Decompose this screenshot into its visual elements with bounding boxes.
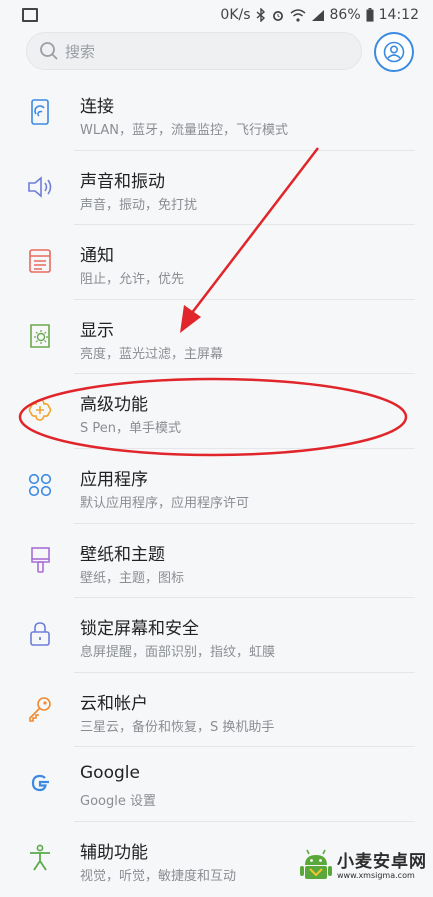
item-title: 高级功能 [80,395,148,416]
settings-list: 连接 WLAN，蓝牙，流量监控，飞行模式 声音和振动 声音，振动，免打扰 通知 … [0,76,433,897]
item-subtitle: 亮度，蓝光过滤，主屏幕 [80,346,224,362]
item-title: 辅助功能 [80,842,148,863]
item-subtitle: 默认应用程序，应用程序许可 [80,495,250,511]
key-icon [29,696,51,722]
settings-item-advanced-features[interactable]: 高级功能 S Pen，单手模式 [0,374,433,449]
settings-item-lock-screen[interactable]: 锁定屏幕和安全 息屏提醒，面部识别，指纹，虹膜 [0,598,433,673]
network-speed: 0K/s [220,7,251,23]
item-title: 连接 [80,97,114,117]
watermark-text: 小麦安卓网 www.xmsigma.com [337,851,427,880]
notifications-icon [29,249,51,273]
settings-item-sound[interactable]: 声音和振动 声音，振动，免打扰 [0,151,433,226]
watermark: 小麦安卓网 www.xmsigma.com [299,849,427,885]
item-subtitle: WLAN，蓝牙，流量监控，飞行模式 [80,123,289,138]
item-title: 壁纸和主题 [80,544,165,565]
watermark-url: www.xmsigma.com [337,870,415,880]
item-subtitle: 息屏提醒，面部识别，指纹，虹膜 [80,645,276,661]
google-icon [31,775,49,792]
settings-item-wallpaper[interactable]: 壁纸和主题 壁纸，主题，图标 [0,524,433,599]
item-title: 显示 [80,320,114,341]
android-logo-icon [300,849,332,879]
item-subtitle: Google 设置 [80,794,156,810]
battery-icon [366,8,374,22]
account-button[interactable] [374,32,414,72]
item-title: 应用程序 [80,469,148,490]
settings-item-display[interactable]: 显示 亮度，蓝光过滤，主屏幕 [0,300,433,375]
settings-item-apps[interactable]: 应用程序 默认应用程序，应用程序许可 [0,449,433,524]
settings-item-connections[interactable]: 连接 WLAN，蓝牙，流量监控，飞行模式 [0,76,433,151]
settings-item-notifications[interactable]: 通知 阻止，允许，优先 [0,225,433,300]
apps-icon [28,473,52,497]
watermark-name: 小麦安卓网 [337,851,427,872]
sound-icon [28,175,52,198]
item-subtitle: 三星云，备份和恢复，S 换机助手 [80,719,275,735]
alarm-icon [272,11,283,21]
bluetooth-icon [256,8,265,22]
wallpaper-icon [31,546,50,573]
lock-icon [30,622,50,646]
search-icon [40,42,58,60]
display-icon [30,323,50,348]
item-title: 通知 [80,246,114,267]
item-title: 锁定屏幕和安全 [80,619,199,640]
item-subtitle: 阻止，允许，优先 [80,272,185,288]
item-subtitle: 声音，振动，免打扰 [80,197,198,213]
item-title: 云和帐户 [80,693,148,714]
settings-item-cloud-accounts[interactable]: 云和帐户 三星云，备份和恢复，S 换机助手 [0,673,433,748]
item-title: 声音和振动 [80,171,165,192]
status-right: 0K/s 86% 14:12 [220,7,419,23]
wifi-icon [290,8,306,22]
search-placeholder: 搜索 [65,42,96,61]
item-subtitle: 视觉，听觉，敏捷度和互动 [80,868,237,884]
signal-icon [311,9,324,21]
status-bar: 0K/s 86% 14:12 [0,0,433,30]
settings-item-google[interactable]: Google Google 设置 [0,747,433,822]
accessibility-icon [30,844,50,871]
search-input[interactable]: 搜索 [26,32,362,70]
connections-icon [31,99,49,125]
image-notification-icon [22,8,38,22]
profile-icon [383,41,405,63]
search-row: 搜索 [0,32,433,76]
item-subtitle: S Pen，单手模式 [80,421,181,437]
clock: 14:12 [378,7,419,23]
item-title: Google [80,763,140,784]
advanced-features-icon [28,399,52,422]
battery-percent: 86% [329,7,361,23]
item-subtitle: 壁纸，主题，图标 [80,570,185,586]
